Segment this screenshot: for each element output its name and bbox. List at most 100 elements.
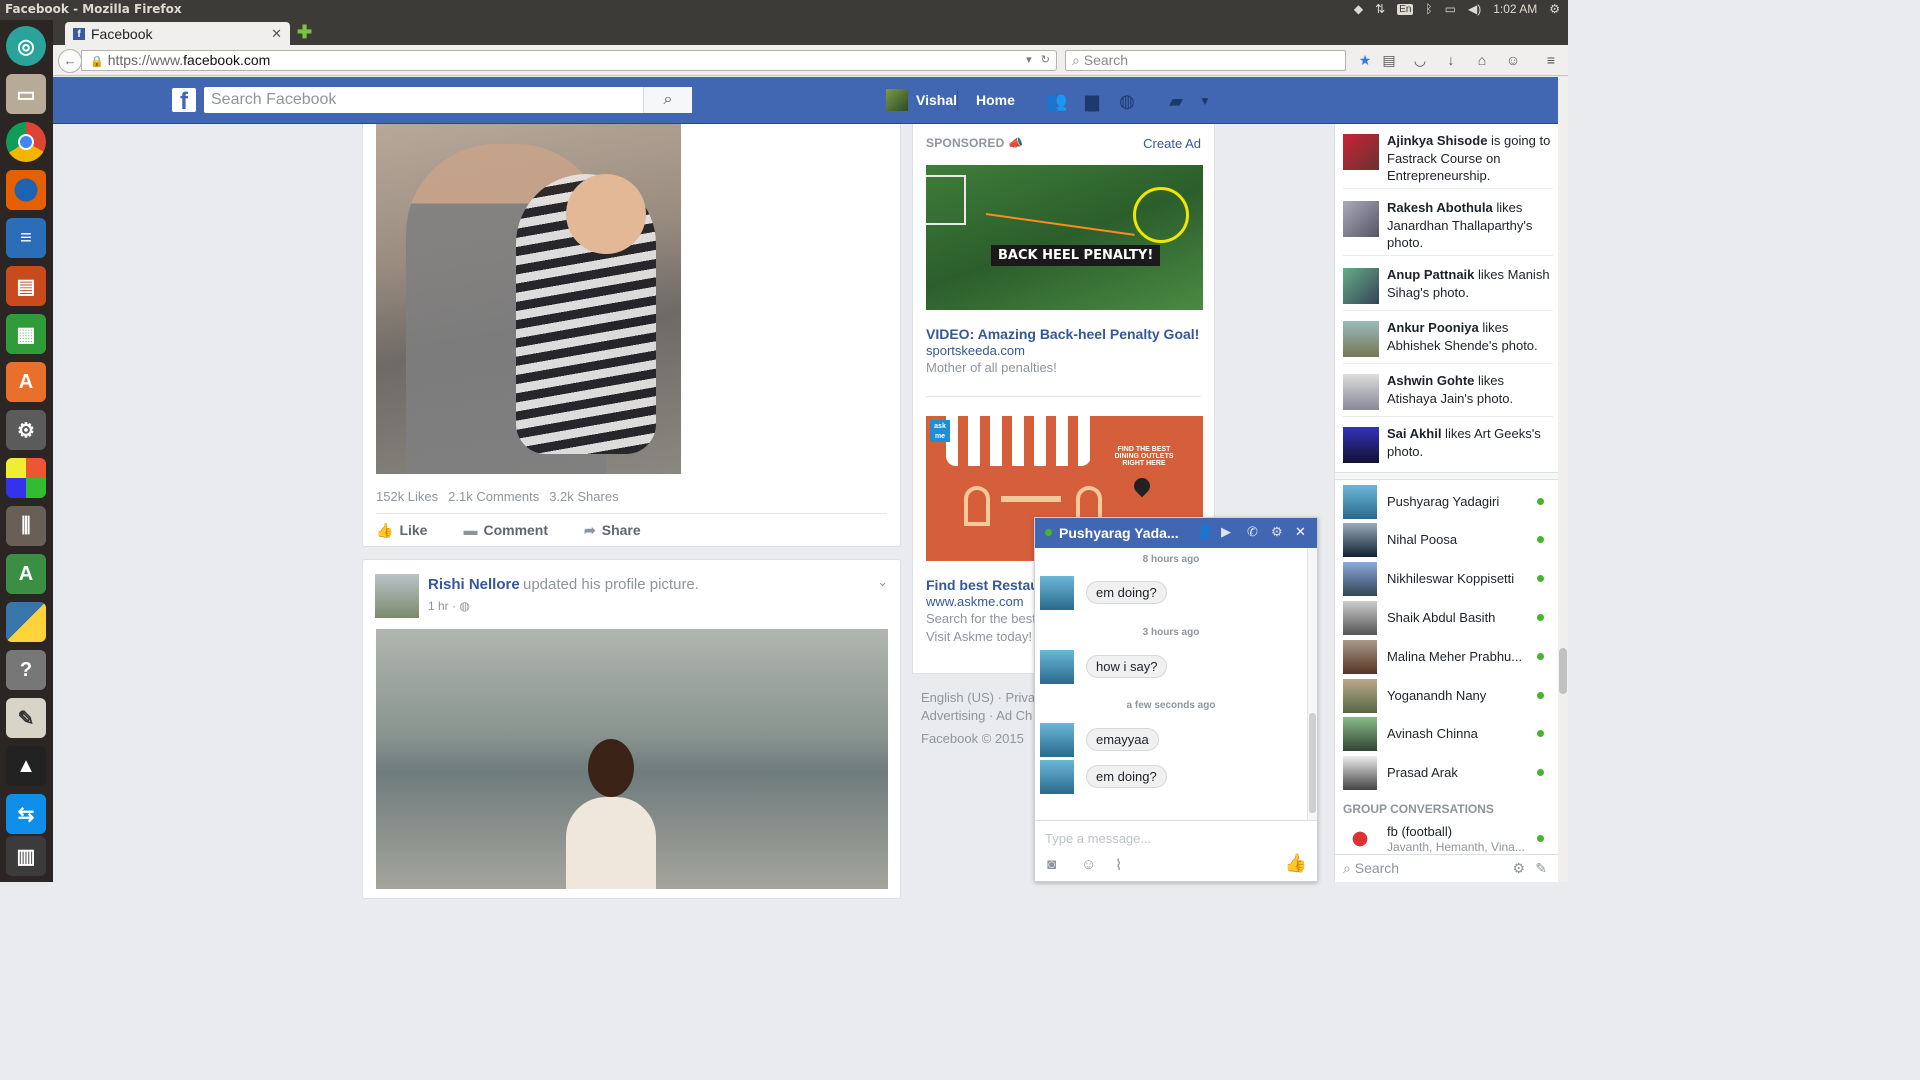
- page-scrollbar[interactable]: [1558, 77, 1568, 882]
- mixer-icon[interactable]: ⫼: [6, 506, 46, 546]
- avatar[interactable]: [1040, 760, 1074, 794]
- chat-scrollbar[interactable]: [1307, 548, 1317, 820]
- files-icon[interactable]: ▭: [6, 74, 46, 114]
- bluetooth-icon[interactable]: ᛒ: [1425, 2, 1432, 16]
- help-icon[interactable]: ?: [6, 650, 46, 690]
- avatar[interactable]: [1040, 650, 1074, 684]
- close-icon[interactable]: ✕: [1295, 524, 1306, 540]
- keyboard-layout[interactable]: En: [1397, 3, 1414, 15]
- ad-image[interactable]: BACK HEEL PENALTY!: [926, 165, 1203, 310]
- chrome-icon[interactable]: [6, 122, 46, 162]
- pocket-icon[interactable]: ◡: [1410, 50, 1430, 70]
- calc-icon[interactable]: ▦: [6, 314, 46, 354]
- system-gear-icon[interactable]: ⚙: [1549, 2, 1560, 16]
- network-icon[interactable]: ⇅: [1375, 2, 1385, 16]
- battery-icon[interactable]: ▭: [1445, 2, 1456, 16]
- chevron-down-icon[interactable]: ⌄: [877, 574, 888, 590]
- teamviewer-icon[interactable]: ⇆: [6, 794, 46, 834]
- tab-facebook[interactable]: f Facebook ✕: [65, 22, 290, 45]
- image-viewer-icon[interactable]: ✎: [6, 698, 46, 738]
- chat-message-input[interactable]: Type a message...: [1035, 820, 1317, 850]
- new-message-icon[interactable]: ✎: [1535, 860, 1547, 877]
- firefox-icon[interactable]: [6, 170, 46, 210]
- emoji-icon[interactable]: ☺: [1081, 856, 1096, 873]
- chat-friend-item[interactable]: Nikhileswar Koppisetti: [1343, 562, 1553, 598]
- download-icon[interactable]: ↓: [1441, 50, 1461, 70]
- group-conversation-item[interactable]: fb (football) Javanth, Hemanth, Vina...: [1343, 822, 1553, 856]
- profile-link[interactable]: Vishal: [886, 89, 957, 111]
- ad-title[interactable]: Find best Restaur: [926, 577, 1044, 593]
- facebook-logo[interactable]: f: [172, 88, 196, 115]
- footer-links[interactable]: Advertising · Ad Ch: [921, 707, 1035, 725]
- writer-icon[interactable]: ≡: [6, 218, 46, 258]
- add-friends-icon[interactable]: 👤: [1197, 524, 1213, 540]
- share-button[interactable]: ➦ Share: [584, 522, 641, 539]
- like-button[interactable]: 👍 Like: [376, 522, 427, 539]
- ad-title[interactable]: VIDEO: Amazing Back-heel Penalty Goal!: [926, 326, 1199, 342]
- back-button[interactable]: ←: [58, 49, 82, 73]
- search-icon[interactable]: ⌕: [643, 87, 692, 113]
- page-scrollbar-thumb[interactable]: [1559, 648, 1567, 694]
- notifications-globe-icon[interactable]: ◍: [1116, 90, 1138, 112]
- account-dropdown-icon[interactable]: ▼: [1194, 90, 1216, 112]
- chat-search-input[interactable]: ⌕ Search ⚙ ✎: [1335, 854, 1559, 882]
- friend-requests-icon[interactable]: 👥: [1045, 90, 1067, 112]
- chat-friend-item[interactable]: Prasad Arak: [1343, 756, 1553, 792]
- privacy-shortcuts-icon[interactable]: ▰: [1165, 90, 1187, 112]
- browser-search-input[interactable]: ⌕ Search: [1065, 50, 1346, 71]
- shares-count[interactable]: 3.2k Shares: [549, 489, 618, 504]
- thumbs-up-icon[interactable]: 👍: [1285, 853, 1307, 874]
- chat-friend-item[interactable]: Pushyarag Yadagiri: [1343, 485, 1553, 521]
- comment-button[interactable]: ▬ Comment: [463, 522, 548, 539]
- phone-icon[interactable]: ✆: [1247, 524, 1258, 540]
- software-center-icon[interactable]: A: [6, 362, 46, 402]
- menu-icon[interactable]: ≡: [1541, 50, 1561, 70]
- video-call-icon[interactable]: ▶: [1221, 524, 1231, 540]
- home-icon[interactable]: ⌂: [1472, 50, 1492, 70]
- camera-icon[interactable]: ◙: [1047, 856, 1056, 873]
- chat-bubble-icon[interactable]: ☺: [1503, 50, 1523, 70]
- avatar[interactable]: [1040, 576, 1074, 610]
- home-link[interactable]: Home: [976, 92, 1015, 108]
- chat-friend-item[interactable]: Yoganandh Nany: [1343, 679, 1553, 715]
- trash-icon[interactable]: ▥: [6, 836, 46, 876]
- avatar[interactable]: [1040, 723, 1074, 757]
- close-tab-icon[interactable]: ✕: [271, 26, 282, 42]
- likes-count[interactable]: 152k Likes: [376, 489, 438, 504]
- ad-url[interactable]: www.askme.com: [926, 594, 1024, 609]
- settings-gear-icon[interactable]: ⚙: [1271, 524, 1283, 540]
- footer-links[interactable]: English (US) · Priva: [921, 689, 1035, 707]
- python-icon[interactable]: [6, 602, 46, 642]
- android-studio-icon[interactable]: A: [6, 554, 46, 594]
- chat-contact-name[interactable]: Pushyarag Yada...: [1059, 525, 1184, 541]
- facebook-search-input[interactable]: Search Facebook: [204, 87, 692, 113]
- reload-icon[interactable]: ▾ ↻: [1026, 51, 1050, 70]
- chat-friend-item[interactable]: Avinash Chinna: [1343, 717, 1553, 753]
- attachment-icon[interactable]: ⌇: [1115, 856, 1122, 874]
- avatar[interactable]: [375, 574, 419, 618]
- impress-icon[interactable]: ▤: [6, 266, 46, 306]
- volume-icon[interactable]: ◀): [1468, 2, 1481, 16]
- post-author[interactable]: Rishi Nellore: [428, 576, 520, 593]
- system-settings-icon[interactable]: ⚙: [6, 410, 46, 450]
- inkscape-icon[interactable]: ▲: [6, 746, 46, 786]
- post-photo[interactable]: [376, 124, 681, 474]
- chat-friend-item[interactable]: Shaik Abdul Basith: [1343, 601, 1553, 637]
- ubuntu-dash-icon[interactable]: ◎: [6, 26, 46, 66]
- chat-scrollbar-thumb[interactable]: [1309, 713, 1316, 813]
- post-timestamp[interactable]: 1 hr · ◍: [428, 599, 470, 613]
- chat-friend-item[interactable]: Malina Meher Prabhu...: [1343, 640, 1553, 676]
- messages-icon[interactable]: ▆: [1081, 90, 1103, 112]
- settings-gear-icon[interactable]: ⚙: [1512, 860, 1525, 877]
- clock[interactable]: 1:02 AM: [1493, 2, 1537, 16]
- bookmark-star-icon[interactable]: ★: [1355, 50, 1375, 70]
- post-photo[interactable]: [376, 629, 888, 889]
- dropbox-icon[interactable]: ◆: [1354, 2, 1363, 16]
- comments-count[interactable]: 2.1k Comments: [448, 489, 539, 504]
- url-bar[interactable]: 🔒 https://www.facebook.com ▾ ↻: [81, 50, 1057, 71]
- chat-header[interactable]: Pushyarag Yada... 👤 ▶ ✆ ⚙ ✕: [1035, 518, 1317, 548]
- create-ad-link[interactable]: Create Ad: [1143, 136, 1201, 151]
- chat-friend-item[interactable]: Nihal Poosa: [1343, 523, 1553, 559]
- ad-url[interactable]: sportskeeda.com: [926, 343, 1025, 358]
- bookmarks-list-icon[interactable]: ▤: [1379, 50, 1399, 70]
